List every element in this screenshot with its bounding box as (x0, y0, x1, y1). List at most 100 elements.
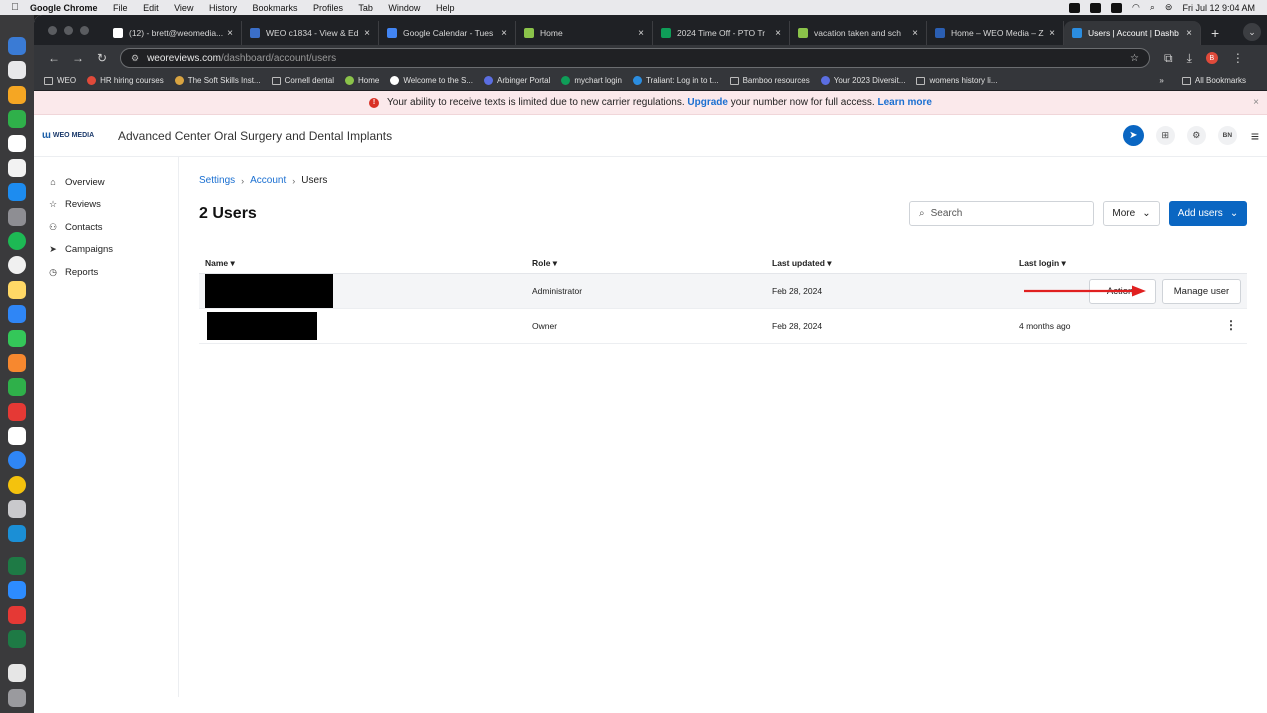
menubar-clock[interactable]: Fri Jul 12 9:04 AM (1182, 3, 1255, 13)
sidebar-item-reviews[interactable]: ☆ Reviews (34, 194, 178, 217)
forward-icon[interactable]: → (66, 51, 90, 65)
all-bookmarks-button[interactable]: All Bookmarks (1181, 76, 1246, 85)
hamburger-menu-icon[interactable]: ≡ (1249, 128, 1259, 144)
photos-icon[interactable] (8, 85, 26, 104)
calendar-icon[interactable] (8, 134, 26, 153)
sidebar-item-campaigns[interactable]: ➤ Campaigns (34, 239, 178, 262)
chrome-menu-icon[interactable]: ⋮ (1232, 51, 1244, 65)
bookmark-item[interactable]: Bamboo resources (729, 76, 810, 85)
menu-file[interactable]: File (113, 3, 128, 13)
tab-search-button[interactable]: ⌄ (1243, 23, 1261, 41)
close-tab-icon[interactable]: × (1049, 28, 1055, 39)
close-window-icon[interactable] (48, 25, 57, 35)
search-input[interactable]: ⌕ Search (909, 201, 1094, 226)
sidebar-item-overview[interactable]: ⌂ Overview (34, 171, 178, 194)
mail-icon[interactable] (8, 305, 26, 323)
numbers-icon[interactable] (8, 378, 26, 397)
close-tab-icon[interactable]: × (912, 28, 918, 39)
control-center-icon[interactable]: ⊜ (1165, 2, 1173, 13)
menubar-app-name[interactable]: Google Chrome (30, 3, 98, 13)
slack-icon[interactable] (8, 427, 26, 445)
check-app-icon[interactable] (8, 556, 26, 575)
bookmark-item[interactable]: Your 2023 Diversit... (820, 76, 905, 85)
breadcrumb-settings[interactable]: Settings (199, 175, 235, 186)
menu-window[interactable]: Window (388, 3, 420, 13)
tab-weo-c1834[interactable]: WEO c1834 - View & Ed × (242, 21, 379, 45)
pages-icon[interactable] (8, 353, 26, 372)
bookmark-item[interactable]: WEO (44, 76, 76, 85)
menu-edit[interactable]: Edit (143, 3, 159, 13)
close-tab-icon[interactable]: × (775, 28, 781, 39)
column-header-name[interactable]: Name ▾ (199, 258, 532, 269)
bookmark-item[interactable]: The Soft Skills Inst... (174, 76, 261, 85)
new-tab-button[interactable]: + (1201, 21, 1229, 45)
tab-vacation[interactable]: vacation taken and sch × (790, 21, 927, 45)
tab-gmail[interactable]: (12) - brett@weomedia... × (105, 21, 242, 45)
check-app-icon[interactable] (8, 630, 26, 648)
send-icon[interactable]: ➤ (1122, 125, 1144, 146)
column-header-role[interactable]: Role ▾ (532, 258, 772, 269)
settings-icon[interactable] (8, 207, 26, 226)
profile-avatar[interactable]: B (1205, 52, 1218, 64)
bookmark-item[interactable]: mychart login (561, 76, 622, 85)
finder-icon[interactable] (8, 37, 26, 55)
bookmark-star-icon[interactable]: ☆ (1130, 53, 1139, 64)
learn-more-link[interactable]: Learn more (877, 97, 931, 108)
sidebar-item-reports[interactable]: ◷ Reports (34, 261, 178, 284)
reload-icon[interactable]: ↻ (90, 51, 114, 65)
status-app-icon[interactable] (1111, 2, 1122, 13)
wifi-icon[interactable]: ◠ (1132, 2, 1140, 13)
facetime-icon[interactable] (8, 110, 26, 128)
tab-users-account[interactable]: Users | Account | Dashb × (1064, 21, 1201, 45)
more-options-icon[interactable]: ⋮ (1225, 318, 1237, 332)
chrome-icon[interactable] (8, 475, 26, 494)
bookmark-item[interactable]: Traliant: Log in to t... (632, 76, 719, 85)
tab-weo-media-home[interactable]: Home – WEO Media – Z × (927, 21, 1064, 45)
user-avatar[interactable]: BN (1217, 126, 1237, 145)
close-tab-icon[interactable]: × (227, 28, 233, 39)
apps-grid-icon[interactable]: ⊞ (1155, 126, 1175, 145)
table-row[interactable]: Administrator Feb 28, 2024 Actions Manag… (199, 274, 1247, 309)
tab-time-off[interactable]: 2024 Time Off - PTO Tr × (653, 21, 790, 45)
minimize-window-icon[interactable] (64, 25, 73, 35)
launchpad-icon[interactable] (8, 61, 26, 80)
column-header-last-updated[interactable]: Last updated ▾ (772, 258, 1019, 269)
menu-view[interactable]: View (174, 3, 193, 13)
bookmarks-overflow-button[interactable]: » (1159, 76, 1163, 85)
trash-icon[interactable] (8, 688, 26, 707)
calculator-icon[interactable] (8, 500, 26, 518)
menu-help[interactable]: Help (436, 3, 455, 13)
kiro-icon[interactable] (8, 524, 26, 543)
bookmark-item[interactable]: Cornell dental (271, 76, 334, 85)
tab-home[interactable]: Home × (516, 21, 653, 45)
column-header-last-login[interactable]: Last login ▾ (1019, 258, 1247, 269)
sidebar-item-contacts[interactable]: ⚇ Contacts (34, 216, 178, 239)
search-icon[interactable]: ⌕ (1150, 2, 1155, 13)
zoom-window-icon[interactable] (80, 25, 89, 35)
clock-icon[interactable] (8, 256, 26, 275)
table-row[interactable]: Owner Feb 28, 2024 4 months ago ⋮ (199, 309, 1247, 344)
bookmark-item[interactable]: womens history li... (916, 76, 998, 85)
safari-icon[interactable] (8, 451, 26, 470)
more-button[interactable]: More ⌄ (1103, 201, 1160, 226)
status-app-icon[interactable] (1090, 2, 1101, 13)
apple-icon[interactable]:  (0, 2, 30, 13)
document-icon[interactable] (8, 664, 26, 683)
weo-media-logo[interactable]: ɯ WEO MEDIA (42, 130, 118, 141)
address-bar[interactable]: ⚙ weoreviews.com/dashboard/account/users… (120, 48, 1150, 68)
messages-icon[interactable] (8, 329, 26, 348)
menu-profiles[interactable]: Profiles (313, 3, 343, 13)
close-tab-icon[interactable]: × (1186, 28, 1192, 39)
close-tab-icon[interactable]: × (501, 28, 507, 39)
close-tab-icon[interactable]: × (638, 28, 644, 39)
breadcrumb-account[interactable]: Account (250, 175, 286, 186)
menu-tab[interactable]: Tab (358, 3, 373, 13)
wps-icon[interactable] (8, 605, 26, 624)
site-info-icon[interactable]: ⚙ (131, 53, 139, 64)
extensions-icon[interactable]: ⧉ (1164, 51, 1173, 66)
back-icon[interactable]: ← (42, 51, 66, 65)
upgrade-link[interactable]: Upgrade (687, 97, 728, 108)
menu-history[interactable]: History (209, 3, 237, 13)
bookmark-item[interactable]: Arbinger Portal (484, 76, 550, 85)
menu-bookmarks[interactable]: Bookmarks (253, 3, 298, 13)
